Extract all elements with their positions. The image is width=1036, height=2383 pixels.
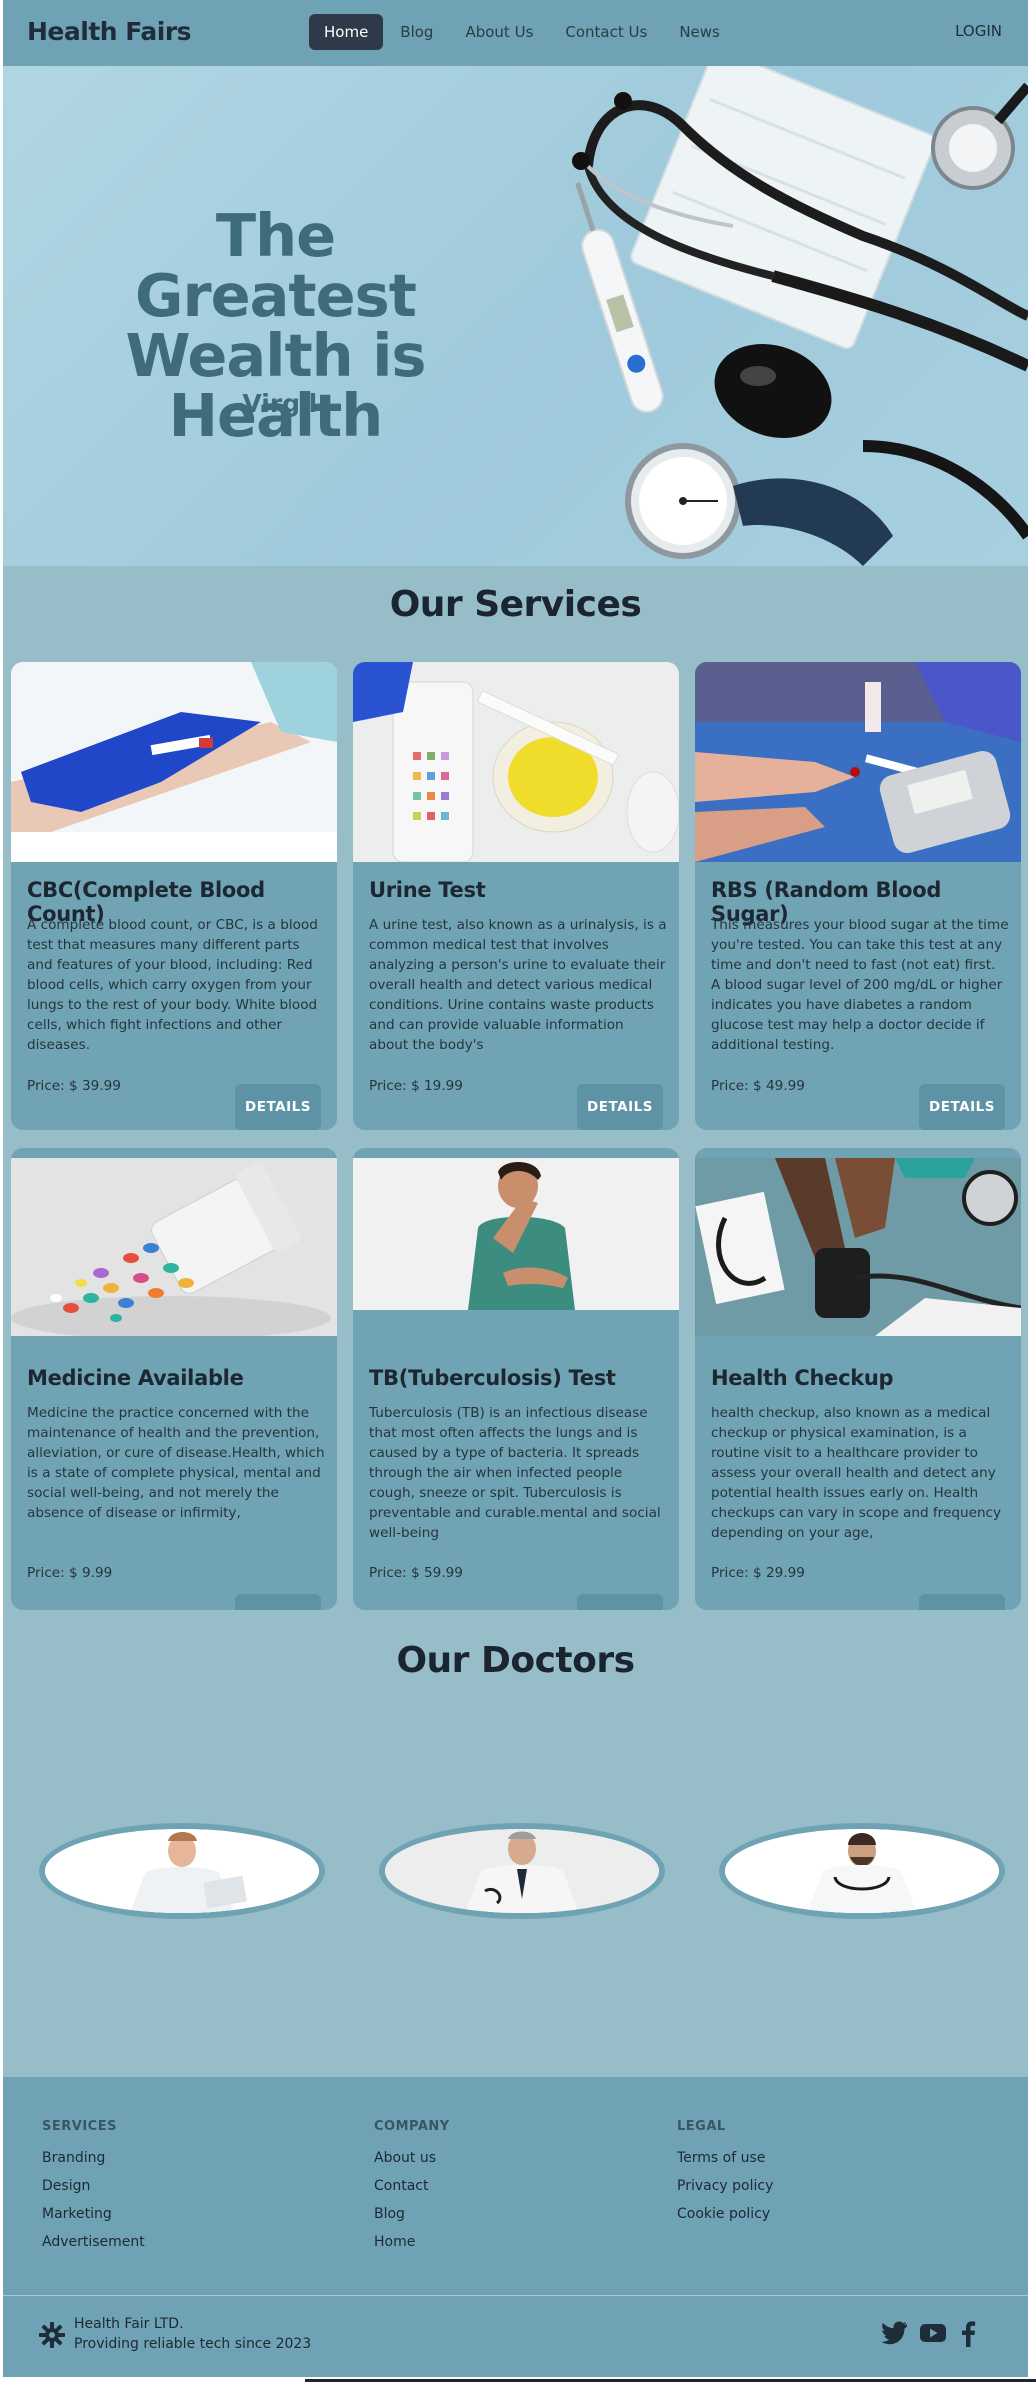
service-price: Price: $ 39.99: [27, 1078, 121, 1094]
nav-links: Home Blog About Us Contact Us News: [309, 14, 735, 50]
nav-link-contact[interactable]: Contact Us: [550, 14, 662, 50]
service-price: Price: $ 19.99: [369, 1078, 463, 1094]
service-card: TB(Tuberculosis) Test Tuberculosis (TB) …: [353, 1148, 679, 1610]
brand-logo[interactable]: Health Fairs: [27, 17, 192, 46]
service-card: Health Checkup health checkup, also know…: [695, 1148, 1021, 1610]
hero-banner: The Greatest Wealth is Health -Virgil: [3, 66, 1028, 566]
footer-company: COMPANY About us Contact Blog Home: [374, 2119, 450, 2262]
service-image-rbs: [695, 662, 1021, 862]
service-description: Tuberculosis (TB) is an infectious disea…: [369, 1405, 661, 1541]
nav-link-blog[interactable]: Blog: [385, 14, 448, 50]
footer-link[interactable]: Marketing: [42, 2206, 145, 2222]
details-button[interactable]: DETAILS: [577, 1084, 663, 1130]
service-price: Price: $ 49.99: [711, 1078, 805, 1094]
service-image-medicine: [11, 1158, 337, 1336]
hero-quote-line: The: [215, 201, 336, 270]
bottom-edge-line: [305, 2379, 1036, 2382]
hero-quote-line: Greatest: [135, 261, 417, 330]
facebook-icon[interactable]: [960, 2321, 976, 2347]
service-description: This measures your blood sugar at the ti…: [711, 917, 1009, 1053]
footer-link[interactable]: Contact: [374, 2178, 450, 2194]
footer-link[interactable]: Design: [42, 2178, 145, 2194]
nav-link-about[interactable]: About Us: [450, 14, 548, 50]
footer-services: SERVICES Branding Design Marketing Adver…: [42, 2119, 145, 2262]
doctor-avatar[interactable]: [39, 1823, 325, 1919]
hero-author: -Virgil: [233, 389, 318, 418]
footer: SERVICES Branding Design Marketing Adver…: [3, 2077, 1028, 2377]
service-price: Price: $ 9.99: [27, 1565, 113, 1581]
service-price: Price: $ 59.99: [369, 1565, 463, 1581]
nav-link-news[interactable]: News: [664, 14, 735, 50]
service-image-tb: [353, 1158, 679, 1310]
footer-link[interactable]: Cookie policy: [677, 2206, 773, 2222]
service-description: Medicine the practice concerned with the…: [27, 1405, 325, 1521]
youtube-icon[interactable]: [920, 2321, 946, 2345]
twitter-icon[interactable]: [882, 2321, 908, 2345]
footer-link[interactable]: About us: [374, 2150, 450, 2166]
service-image-cbc: [11, 662, 337, 862]
footer-heading: SERVICES: [42, 2119, 117, 2134]
doctor-avatar[interactable]: [719, 1823, 1005, 1919]
login-button[interactable]: LOGIN: [955, 22, 1002, 40]
footer-heading: COMPANY: [374, 2119, 450, 2134]
service-card: Medicine Available Medicine the practice…: [11, 1148, 337, 1610]
footer-legal: LEGAL Terms of use Privacy policy Cookie…: [677, 2119, 773, 2234]
footer-link[interactable]: Advertisement: [42, 2234, 145, 2250]
doctor-avatar[interactable]: [379, 1823, 665, 1919]
service-price: Price: $ 29.99: [711, 1565, 805, 1581]
service-card: Urine Test A urine test, also known as a…: [353, 662, 679, 1130]
service-card: RBS (Random Blood Sugar) This measures y…: [695, 662, 1021, 1130]
details-button[interactable]: DETAILS: [919, 1084, 1005, 1130]
nav-link-home[interactable]: Home: [309, 14, 384, 50]
services-title: Our Services: [389, 584, 642, 625]
details-button[interactable]: DETAILS: [235, 1594, 321, 1610]
company-info: Health Fair LTD. Providing reliable tech…: [74, 2314, 311, 2354]
service-title: Medicine Available: [27, 1366, 244, 1390]
service-title: TB(Tuberculosis) Test: [369, 1366, 616, 1390]
service-title: Urine Test: [369, 878, 486, 902]
gear-icon: [39, 2322, 65, 2348]
navbar: Health Fairs Home Blog About Us Contact …: [3, 0, 1028, 66]
footer-link[interactable]: Home: [374, 2234, 450, 2250]
service-card: CBC(Complete Blood Count) A complete blo…: [11, 662, 337, 1130]
company-name: Health Fair LTD.: [74, 2316, 184, 2332]
footer-link[interactable]: Terms of use: [677, 2150, 773, 2166]
hero-quote-line: Wealth is Health: [125, 321, 426, 450]
page: Health Fairs Home Blog About Us Contact …: [3, 0, 1028, 2377]
footer-divider: [3, 2295, 1028, 2296]
details-button[interactable]: DETAILS: [919, 1594, 1005, 1610]
doctors-title: Our Doctors: [396, 1640, 635, 1681]
service-description: A urine test, also known as a urinalysis…: [369, 917, 667, 1053]
company-tagline: Providing reliable tech since 2023: [74, 2336, 312, 2352]
stethoscope-hero-image: [572, 66, 1028, 566]
footer-heading: LEGAL: [677, 2119, 726, 2134]
footer-link[interactable]: Branding: [42, 2150, 145, 2166]
details-button[interactable]: DETAILS: [577, 1594, 663, 1610]
service-image-checkup: [695, 1158, 1021, 1336]
service-description: health checkup, also known as a medical …: [711, 1405, 1002, 1541]
footer-link[interactable]: Blog: [374, 2206, 450, 2222]
service-description: A complete blood count, or CBC, is a blo…: [27, 917, 318, 1053]
service-title: Health Checkup: [711, 1366, 894, 1390]
details-button[interactable]: DETAILS: [235, 1084, 321, 1130]
footer-link[interactable]: Privacy policy: [677, 2178, 773, 2194]
service-image-urine: [353, 662, 679, 862]
